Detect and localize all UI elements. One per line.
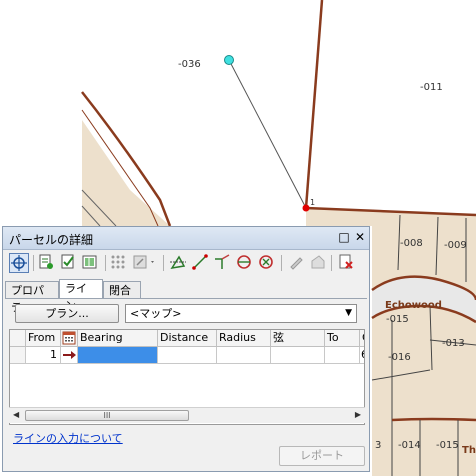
cell-chord[interactable]	[271, 347, 325, 364]
column-header-to[interactable]: To	[325, 330, 360, 347]
parcel-label: 3	[375, 440, 382, 451]
check-icon[interactable]	[59, 253, 79, 273]
parcel-label: -016	[388, 352, 411, 363]
target-icon[interactable]	[9, 253, 29, 273]
chevron-down-icon: ▼	[345, 308, 352, 318]
traverse-start-point	[302, 204, 310, 212]
parcel-label: -014	[398, 440, 421, 451]
delete-icon[interactable]	[337, 253, 357, 273]
parcel-label: -015	[436, 440, 459, 451]
lot-boundary-bottom	[391, 417, 476, 422]
column-header-bearing[interactable]: Bearing	[78, 330, 158, 347]
panel-tabs: プロパティ ライン 閉合	[5, 279, 367, 314]
map-select[interactable]: <マップ> ▼	[125, 304, 357, 323]
circle-icon[interactable]	[235, 253, 255, 273]
column-header-chord[interactable]: 弦	[271, 330, 325, 347]
maximize-button[interactable]: □	[337, 230, 351, 244]
horizontal-scrollbar[interactable]: ◀ III ▶	[9, 407, 365, 423]
line-input-help-link[interactable]: ラインの入力について	[13, 430, 123, 446]
parcel-details-panel: パーセルの詳細 □ ✕ プロパ ライ 閉合 プラン... <マップ> ▼ Fro…	[2, 226, 370, 472]
tab-lines[interactable]: ライン	[59, 279, 103, 312]
parcel-label: -036	[178, 59, 201, 70]
column-header-c[interactable]: C	[360, 330, 364, 347]
scroll-left-icon[interactable]: ◀	[13, 410, 19, 419]
add-parcel-icon[interactable]	[37, 253, 57, 273]
cell-distance[interactable]	[158, 347, 217, 364]
cell-radius[interactable]	[217, 347, 271, 364]
scroll-thumb[interactable]: III	[25, 410, 189, 421]
bend-icon[interactable]	[213, 253, 233, 273]
tab-properties[interactable]: プロパティ	[5, 281, 59, 314]
report-button[interactable]: レポート	[279, 446, 365, 466]
arrow-right-icon	[63, 351, 76, 359]
cell-type[interactable]	[61, 347, 78, 364]
shape-icon[interactable]	[309, 253, 329, 273]
parcel-label: -008	[400, 238, 423, 249]
scroll-right-icon[interactable]: ▶	[355, 410, 361, 419]
circle-x-icon[interactable]	[257, 253, 277, 273]
construct-icon[interactable]	[169, 253, 189, 273]
map-select-value: <マップ>	[130, 307, 182, 320]
parcel-label: -013	[442, 338, 465, 349]
parcel-label: -011	[420, 82, 443, 93]
tab-closure[interactable]: 閉合	[103, 281, 141, 298]
calculator-icon	[62, 331, 76, 345]
column-header-radius[interactable]: Radius	[217, 330, 271, 347]
cell-from[interactable]: 1	[26, 347, 61, 364]
grid-row-header-corner	[10, 330, 26, 347]
dropdown-tool-icon[interactable]	[131, 253, 159, 273]
cell-to-empty[interactable]	[325, 347, 360, 364]
points-icon[interactable]	[109, 253, 129, 273]
panel-title: パーセルの詳細	[9, 233, 94, 247]
parcel-label: -009	[444, 240, 467, 251]
cell-bearing[interactable]	[78, 347, 158, 364]
row-header[interactable]	[10, 347, 26, 364]
street-label: Echowood	[385, 300, 442, 311]
panel-titlebar[interactable]: パーセルの詳細 □ ✕	[3, 227, 369, 250]
cell-to[interactable]: 6	[360, 347, 364, 364]
plan-button[interactable]: プラン...	[15, 304, 119, 323]
column-header-from[interactable]: From	[26, 330, 61, 347]
panel-toolbar	[7, 252, 365, 276]
column-header-type[interactable]	[61, 330, 78, 347]
vertex-label: 1	[310, 198, 316, 207]
street-label-partial: Th	[462, 445, 476, 456]
column-header-distance[interactable]: Distance	[158, 330, 217, 347]
traverse-end-point	[224, 55, 234, 65]
table-icon[interactable]	[81, 253, 101, 273]
close-button[interactable]: ✕	[353, 230, 367, 244]
pen-icon[interactable]	[287, 253, 307, 273]
parcel-label: -015	[386, 314, 409, 325]
line-icon[interactable]	[191, 253, 211, 273]
